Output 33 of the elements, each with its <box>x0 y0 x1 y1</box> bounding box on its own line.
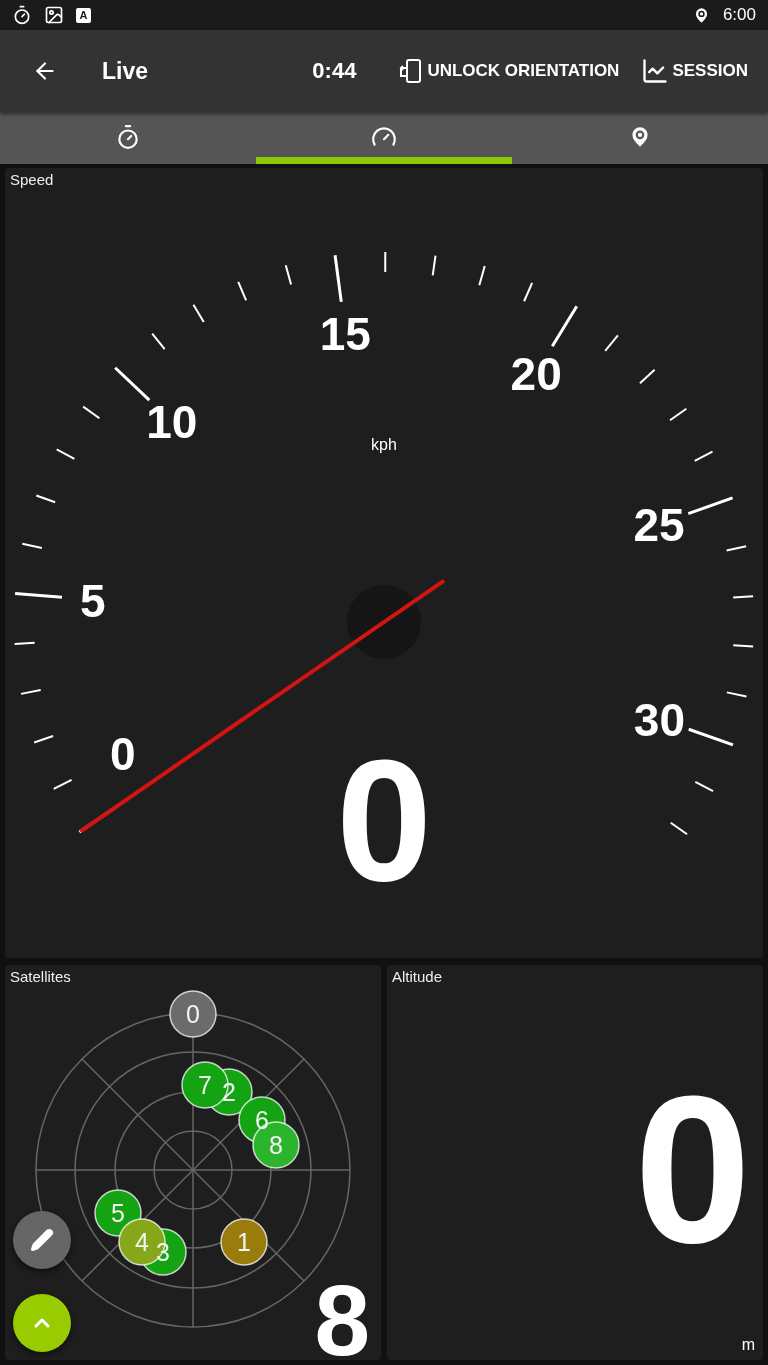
stopwatch-icon <box>115 124 141 150</box>
scale-label: 30 <box>633 694 685 746</box>
screen-title: Live <box>102 57 149 85</box>
satellite-label: 0 <box>186 1000 200 1028</box>
satellite-label: 4 <box>135 1228 149 1256</box>
satellite-label: 7 <box>198 1071 212 1099</box>
clock-time: 6:00 <box>722 5 756 25</box>
satellite-label: 5 <box>111 1199 125 1227</box>
speed-value: 0 <box>336 724 432 916</box>
notification-icon: A <box>76 7 91 23</box>
scale-label: 0 <box>110 727 136 780</box>
scale-label: 15 <box>319 307 371 360</box>
unit-label: kph <box>371 436 397 453</box>
satellite-count: 8 <box>314 1264 370 1360</box>
pencil-icon <box>30 1228 54 1252</box>
unit-label: m <box>741 1336 755 1354</box>
session-button[interactable]: SESSION <box>639 53 750 89</box>
panel-title: Altitude <box>391 967 444 987</box>
scale-label: 10 <box>146 396 198 449</box>
line-chart-icon <box>641 57 670 85</box>
satellite-label: 1 <box>237 1228 251 1256</box>
scale-label: 25 <box>633 499 685 552</box>
altitude-value: 0 <box>634 1065 751 1275</box>
stopwatch-icon <box>12 5 32 25</box>
scale-label: 5 <box>80 574 106 627</box>
panel-title: Speed <box>9 170 55 190</box>
satellite-label: 6 <box>255 1106 269 1134</box>
panel-title: Satellites <box>9 967 72 987</box>
elapsed-time: 0:44 <box>312 58 357 84</box>
image-icon <box>44 5 64 25</box>
scale-label: 20 <box>510 347 562 400</box>
unlock-orientation-button[interactable]: UNLOCK ORIENTATION <box>396 54 622 88</box>
satellite-label: 8 <box>269 1131 283 1159</box>
